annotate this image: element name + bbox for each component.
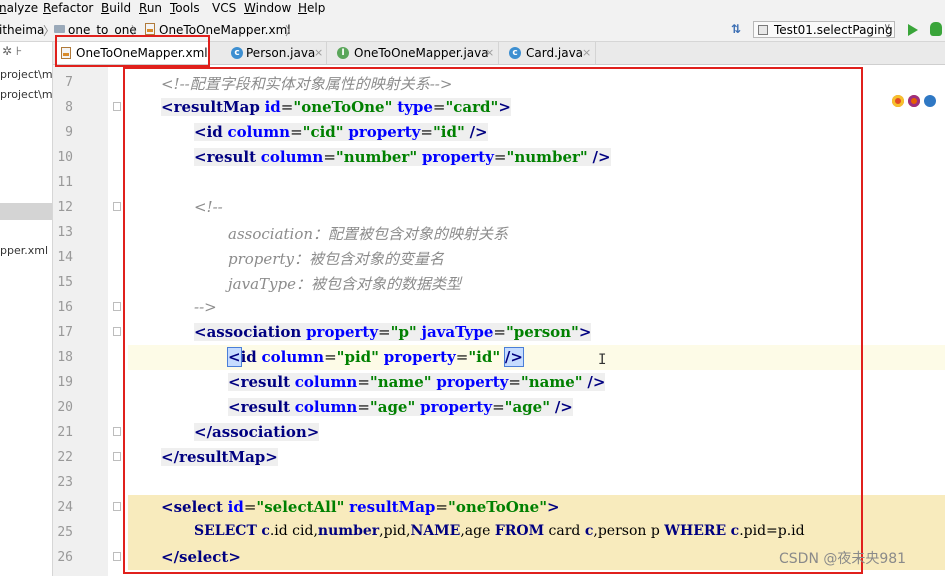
line-number: 15 [57, 275, 73, 290]
class-icon: c [231, 47, 243, 59]
close-icon[interactable]: × [582, 46, 591, 59]
chrome-icon[interactable] [892, 95, 904, 107]
fold-icon[interactable] [113, 427, 121, 436]
menu-tools[interactable]: Tools [170, 1, 200, 15]
fold-icon[interactable] [113, 302, 121, 311]
menu-window[interactable]: Window [244, 1, 291, 15]
breadcrumb-separator-icon: 〉 [285, 24, 298, 38]
fold-icon[interactable] [113, 202, 121, 211]
tab-label: Card.java [526, 46, 584, 60]
menu-refactor[interactable]: Refactor [43, 1, 93, 15]
highlight-annotation-code [123, 67, 863, 574]
line-number: 8 [65, 100, 73, 115]
line-number: 12 [57, 200, 73, 215]
line-number: 26 [57, 550, 73, 565]
fold-icon[interactable] [113, 552, 121, 561]
tab-label: Person.java [246, 46, 316, 60]
settings-icon[interactable]: ✲ ⊦ [2, 44, 22, 58]
line-number: 22 [57, 450, 73, 465]
junit-icon [758, 25, 768, 35]
fold-icon[interactable] [113, 502, 121, 511]
project-panel: ✲ ⊦ project\m project\m pper.xml [0, 42, 53, 576]
run-icon[interactable] [908, 24, 918, 36]
tab-label: OneToOneMapper.java [354, 46, 489, 60]
line-number: 19 [57, 375, 73, 390]
breadcrumb-project[interactable]: itheima [0, 23, 44, 37]
browser-preview-icons [888, 93, 945, 109]
close-icon[interactable]: × [485, 46, 494, 59]
fold-icon[interactable] [113, 102, 121, 111]
project-tree-item[interactable]: pper.xml [0, 244, 48, 257]
menu-bar: nalyze Refactor Build Run Tools VCS Wind… [0, 0, 945, 19]
menu-analyze[interactable]: nalyze [0, 1, 38, 15]
folder-icon [54, 25, 65, 33]
ie-icon[interactable] [924, 95, 936, 107]
line-number: 10 [57, 150, 73, 165]
line-number: 17 [57, 325, 73, 340]
fold-icon[interactable] [113, 327, 121, 336]
chevron-down-icon: ∨ [883, 22, 891, 33]
run-config-select[interactable]: Test01.selectPaging ∨ [753, 21, 895, 38]
project-tree-selected-row[interactable] [0, 203, 52, 220]
line-number: 14 [57, 250, 73, 265]
fold-icon[interactable] [113, 452, 121, 461]
line-number: 11 [57, 175, 73, 190]
line-number: 18 [57, 350, 73, 365]
close-icon[interactable]: × [314, 46, 323, 59]
project-tree-item[interactable]: project\m [0, 88, 53, 101]
run-config-label: Test01.selectPaging [774, 23, 893, 37]
interface-icon: I [337, 47, 349, 59]
tab-onetoonemapper-java[interactable]: I OneToOneMapper.java × [327, 42, 499, 64]
line-number: 16 [57, 300, 73, 315]
class-icon: c [509, 47, 521, 59]
line-number: 25 [57, 525, 73, 540]
tab-person-java[interactable]: c Person.java × [225, 42, 327, 64]
firefox-icon[interactable] [908, 95, 920, 107]
highlight-annotation-tab [55, 35, 210, 67]
line-number: 21 [57, 425, 73, 440]
line-number: 13 [57, 225, 73, 240]
line-number: 9 [65, 125, 73, 140]
tab-card-java[interactable]: c Card.java × [499, 42, 596, 64]
menu-vcs[interactable]: VCS [212, 1, 236, 15]
menu-build[interactable]: Build [101, 1, 131, 15]
xml-file-icon [145, 23, 155, 35]
debug-icon[interactable] [930, 22, 942, 36]
project-tree-item[interactable]: project\m [0, 68, 53, 81]
watermark: CSDN @夜未央981 [779, 551, 907, 567]
line-number: 7 [65, 75, 73, 90]
menu-help[interactable]: Help [298, 1, 325, 15]
sort-icon[interactable]: ⇅ [731, 22, 741, 36]
menu-run[interactable]: Run [139, 1, 162, 15]
line-number: 23 [57, 475, 73, 490]
line-number: 20 [57, 400, 73, 415]
line-number: 24 [57, 500, 73, 515]
